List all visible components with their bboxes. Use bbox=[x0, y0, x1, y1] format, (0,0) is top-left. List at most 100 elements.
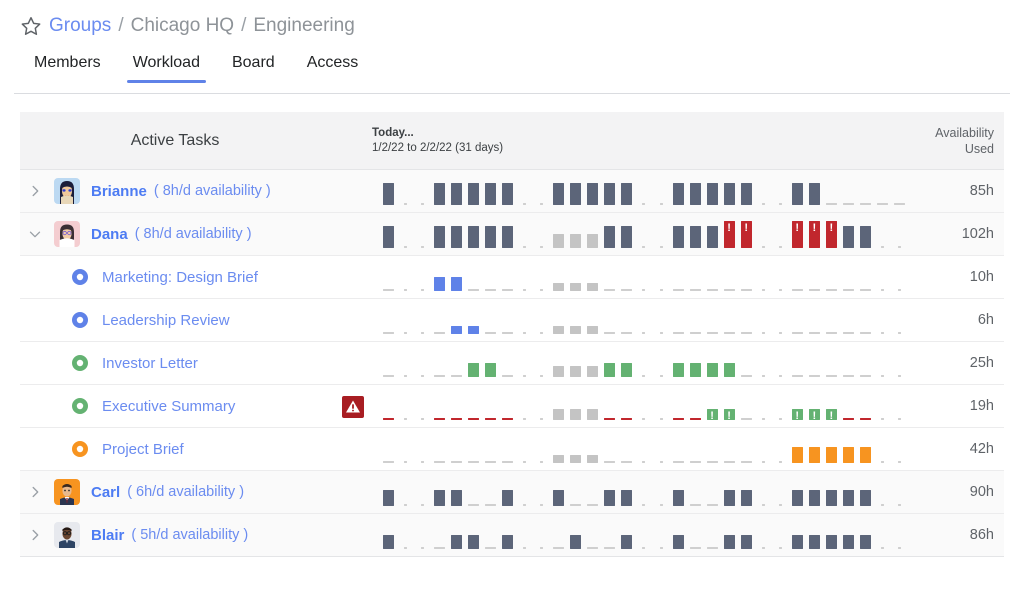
table-row[interactable]: Dana ( 8h/d availability )!!!!! 102h bbox=[20, 213, 1004, 256]
timeline-overallocated-day-bar[interactable]: ! bbox=[825, 221, 837, 248]
timeline-day-bar[interactable] bbox=[672, 489, 684, 506]
timeline-day-bar[interactable] bbox=[434, 277, 446, 291]
timeline-day-bar[interactable] bbox=[553, 408, 565, 420]
timeline-day-bar[interactable] bbox=[825, 489, 837, 506]
timeline-day-bar[interactable] bbox=[434, 183, 446, 205]
timeline-day-bar[interactable] bbox=[502, 226, 514, 248]
person-name[interactable]: Blair bbox=[91, 527, 124, 544]
timeline-day-bar[interactable] bbox=[570, 234, 582, 248]
timeline-day-bar[interactable] bbox=[570, 535, 582, 549]
table-row[interactable]: Brianne ( 8h/d availability ) 85h bbox=[20, 170, 1004, 213]
timeline-day-bar[interactable] bbox=[859, 535, 871, 549]
timeline-day-bar[interactable] bbox=[502, 535, 514, 549]
timeline-day-bar[interactable] bbox=[553, 489, 565, 506]
timeline-day-bar[interactable] bbox=[587, 408, 599, 420]
timeline-overallocated-day-bar[interactable]: ! bbox=[740, 221, 752, 248]
timeline-day-bar[interactable] bbox=[672, 226, 684, 248]
timeline-day-bar[interactable] bbox=[706, 226, 718, 248]
timeline-day-bar[interactable] bbox=[587, 454, 599, 463]
timeline-day-bar[interactable] bbox=[553, 183, 565, 205]
timeline-day-bar[interactable] bbox=[553, 234, 565, 248]
task-name[interactable]: Project Brief bbox=[102, 441, 184, 458]
timeline-day-bar[interactable] bbox=[689, 363, 701, 377]
timeline-day-bar[interactable] bbox=[502, 183, 514, 205]
timeline-day-bar[interactable] bbox=[706, 363, 718, 377]
timeline-day-bar[interactable] bbox=[808, 535, 820, 549]
timeline-day-bar[interactable] bbox=[587, 325, 599, 334]
timeline-day-bar[interactable] bbox=[570, 183, 582, 205]
timeline-day-bar[interactable] bbox=[587, 365, 599, 377]
timeline-overallocated-day-bar[interactable]: ! bbox=[825, 408, 837, 421]
timeline-day-bar[interactable] bbox=[570, 454, 582, 463]
timeline-day-bar[interactable] bbox=[485, 183, 497, 205]
timeline-day-bar[interactable] bbox=[672, 535, 684, 549]
timeline-day-bar[interactable] bbox=[859, 446, 871, 463]
timeline-day-bar[interactable] bbox=[859, 226, 871, 248]
timeline-overallocated-day-bar[interactable]: ! bbox=[791, 221, 803, 248]
timeline-day-bar[interactable] bbox=[451, 226, 463, 248]
timeline-day-bar[interactable] bbox=[570, 408, 582, 420]
timeline-day-bar[interactable] bbox=[451, 325, 463, 334]
timeline-day-bar[interactable] bbox=[485, 226, 497, 248]
timeline-day-bar[interactable] bbox=[791, 446, 803, 463]
timeline-day-bar[interactable] bbox=[553, 365, 565, 377]
task-name[interactable]: Executive Summary bbox=[102, 398, 235, 415]
timeline-day-bar[interactable] bbox=[621, 226, 633, 248]
star-outline-icon[interactable] bbox=[20, 15, 42, 37]
timeline-overallocated-day-bar[interactable]: ! bbox=[723, 221, 735, 248]
timeline-day-bar[interactable] bbox=[808, 446, 820, 463]
tab-board[interactable]: Board bbox=[216, 54, 291, 83]
timeline-day-bar[interactable] bbox=[553, 454, 565, 463]
person-name[interactable]: Brianne bbox=[91, 183, 147, 200]
timeline-day-bar[interactable] bbox=[468, 535, 480, 549]
expand-toggle-brianne[interactable] bbox=[20, 182, 50, 200]
timeline-day-bar[interactable] bbox=[723, 489, 735, 506]
timeline-day-bar[interactable] bbox=[621, 489, 633, 506]
table-row[interactable]: Executive Summary!!!!! 19h bbox=[20, 385, 1004, 428]
table-row[interactable]: Carl ( 6h/d availability ) 90h bbox=[20, 471, 1004, 514]
timeline-day-bar[interactable] bbox=[723, 535, 735, 549]
timeline-day-bar[interactable] bbox=[842, 535, 854, 549]
timeline-day-bar[interactable] bbox=[791, 489, 803, 506]
timeline-day-bar[interactable] bbox=[451, 535, 463, 549]
timeline-overallocated-day-bar[interactable]: ! bbox=[808, 408, 820, 421]
timeline-day-bar[interactable] bbox=[825, 446, 837, 463]
task-name[interactable]: Leadership Review bbox=[102, 312, 230, 329]
timeline-day-bar[interactable] bbox=[706, 183, 718, 205]
timeline-day-bar[interactable] bbox=[621, 535, 633, 549]
timeline-day-bar[interactable] bbox=[791, 535, 803, 549]
person-name[interactable]: Carl bbox=[91, 484, 120, 501]
timeline-day-bar[interactable] bbox=[434, 489, 446, 506]
timeline-day-bar[interactable] bbox=[859, 489, 871, 506]
timeline-day-bar[interactable] bbox=[740, 535, 752, 549]
expand-toggle-blair[interactable] bbox=[20, 526, 50, 544]
timeline-day-bar[interactable] bbox=[842, 226, 854, 248]
timeline-day-bar[interactable] bbox=[451, 489, 463, 506]
timeline-overallocated-day-bar[interactable]: ! bbox=[808, 221, 820, 248]
person-name[interactable]: Dana bbox=[91, 226, 128, 243]
timeline-day-bar[interactable] bbox=[553, 325, 565, 334]
timeline-day-bar[interactable] bbox=[740, 489, 752, 506]
breadcrumb-level-2[interactable]: Engineering bbox=[253, 14, 354, 38]
timeline-day-bar[interactable] bbox=[570, 365, 582, 377]
timeline-day-bar[interactable] bbox=[553, 282, 565, 291]
timeline-day-bar[interactable] bbox=[808, 183, 820, 205]
table-row[interactable]: Project Brief 42h bbox=[20, 428, 1004, 471]
timeline-day-bar[interactable] bbox=[604, 489, 616, 506]
timeline-overallocated-day-bar[interactable]: ! bbox=[706, 408, 718, 421]
timeline-day-bar[interactable] bbox=[723, 183, 735, 205]
timeline-day-bar[interactable] bbox=[587, 282, 599, 291]
timeline-day-bar[interactable] bbox=[468, 226, 480, 248]
timeline-day-bar[interactable] bbox=[587, 234, 599, 248]
timeline-day-bar[interactable] bbox=[723, 363, 735, 377]
tab-workload[interactable]: Workload bbox=[117, 54, 216, 83]
task-name[interactable]: Marketing: Design Brief bbox=[102, 269, 258, 286]
timeline-day-bar[interactable] bbox=[451, 277, 463, 291]
tab-members[interactable]: Members bbox=[18, 54, 117, 83]
expand-toggle-dana[interactable] bbox=[20, 225, 50, 243]
timeline-day-bar[interactable] bbox=[434, 226, 446, 248]
breadcrumb-root[interactable]: Groups bbox=[49, 14, 111, 38]
timeline-day-bar[interactable] bbox=[689, 226, 701, 248]
timeline-day-bar[interactable] bbox=[502, 489, 514, 506]
table-row[interactable]: Marketing: Design Brief 10h bbox=[20, 256, 1004, 299]
